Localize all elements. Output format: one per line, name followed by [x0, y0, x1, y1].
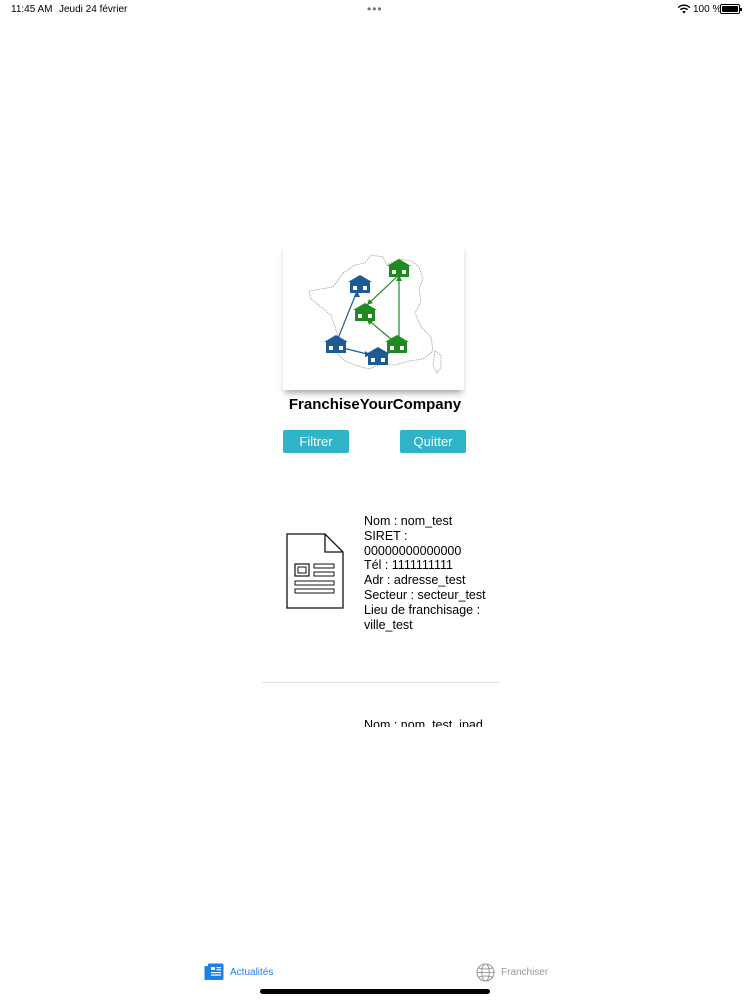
tab-news[interactable]: Actualités [204, 962, 273, 982]
status-bar: 11:45 AM Jeudi 24 février ••• 100 % [0, 0, 750, 20]
tab-news-label: Actualités [230, 966, 274, 978]
company-name: Nom : nom_test [364, 514, 453, 528]
company-name: Nom : nom_test_ipad [364, 718, 483, 727]
battery-icon [720, 4, 742, 14]
newspaper-icon [204, 963, 224, 980]
france-map-logo [308, 254, 442, 374]
battery-percentage: 100 % [693, 4, 722, 15]
company-sector: Secteur : secteur_test [364, 587, 486, 602]
company-details: Nom : nom_test SIRET : 00000000000000 Té… [364, 514, 500, 632]
company-details: Nom : nom_test_ipad [364, 718, 500, 727]
house-icon-green-top [387, 259, 411, 277]
filter-button[interactable]: Filtrer [283, 430, 349, 453]
company-logo [283, 243, 464, 390]
status-date: Jeudi 24 février [59, 4, 128, 15]
company-franchise-place-label: Lieu de franchisage : [364, 602, 481, 617]
house-icon-blue-south [366, 347, 390, 365]
company-siret-label: SIRET : [364, 528, 408, 543]
company-address: Adr : adresse_test [364, 573, 466, 588]
status-time: 11:45 AM [11, 4, 53, 15]
company-phone: Tél : 1111111111 [364, 558, 453, 573]
company-siret-value: 00000000000000 [364, 543, 462, 558]
document-icon [286, 533, 344, 609]
list-separator [262, 682, 500, 683]
tab-franchise-label: Franchiser [501, 966, 549, 978]
quit-button[interactable]: Quitter [400, 430, 466, 453]
globe-icon [476, 962, 495, 982]
wifi-icon [677, 4, 691, 14]
house-icon-blue-north [348, 275, 372, 293]
company-list[interactable]: Nom : nom_test SIRET : 00000000000000 Té… [262, 505, 500, 727]
corsica-outline [432, 350, 442, 374]
list-item[interactable]: Nom : nom_test SIRET : 00000000000000 Té… [262, 505, 500, 682]
home-indicator[interactable] [260, 989, 490, 994]
brand-name: FranchiseYourCompany [288, 396, 462, 413]
multitasking-dots-icon[interactable]: ••• [367, 2, 383, 16]
company-franchise-place-value: ville_test [364, 617, 413, 632]
tab-franchise[interactable]: Franchiser [476, 962, 548, 982]
house-icon-green-center [353, 303, 377, 321]
house-icon-blue-west [324, 335, 348, 353]
